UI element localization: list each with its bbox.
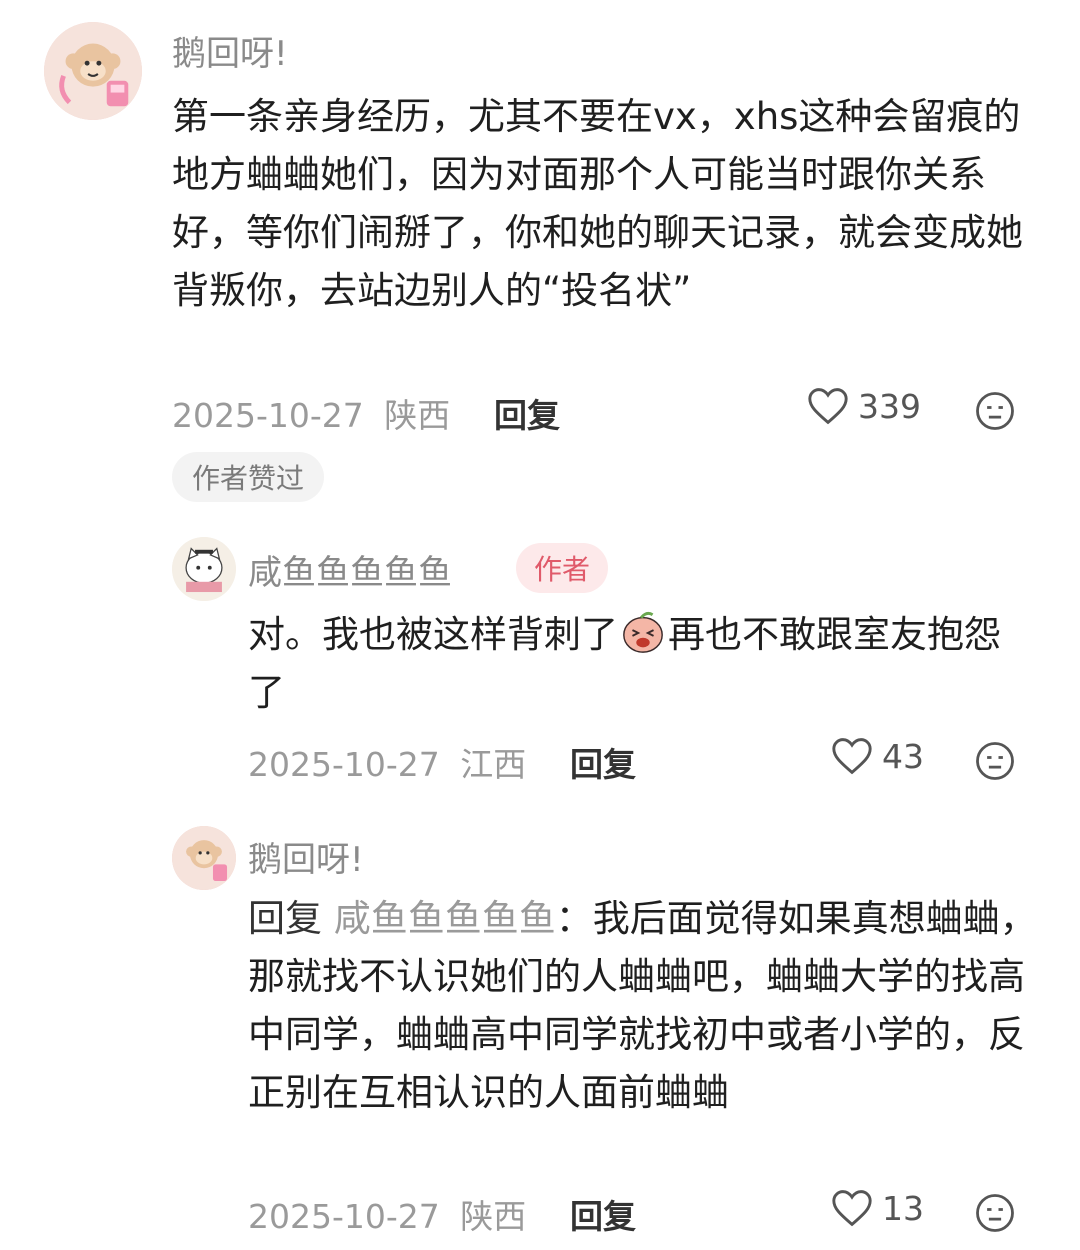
like-count: 43	[882, 736, 924, 776]
date: 2025-10-27	[248, 1197, 440, 1236]
reply-date: 2025-10-27 陕西	[248, 1190, 526, 1238]
date: 2025-10-27	[172, 396, 364, 435]
reply-date: 2025-10-27 江西	[248, 738, 526, 786]
avatar[interactable]	[44, 22, 142, 120]
reply-button[interactable]: 回复	[570, 738, 636, 786]
reply-text: 回复 咸鱼鱼鱼鱼鱼：我后面觉得如果真想蛐蛐，那就找不认识她们的人蛐蛐吧，蛐蛐大学…	[248, 890, 1038, 1122]
reply-username[interactable]: 鹅回呀!	[248, 832, 364, 881]
heart-outline-icon	[808, 388, 848, 425]
reply-prefix: 回复	[248, 897, 322, 940]
emoji-face-icon[interactable]	[974, 390, 1016, 432]
heart-outline-icon	[832, 738, 872, 775]
reply-button[interactable]: 回复	[494, 389, 560, 437]
comment-username[interactable]: 鹅回呀!	[172, 26, 288, 75]
reply-target-username[interactable]: 咸鱼鱼鱼鱼鱼	[334, 897, 556, 940]
location: 陕西	[460, 1197, 527, 1236]
location: 陕西	[384, 396, 451, 435]
emoji-face-icon[interactable]	[974, 740, 1016, 782]
like-button[interactable]: 339	[806, 386, 921, 426]
heart-outline-icon	[832, 1190, 872, 1227]
monkey-avatar-icon	[44, 22, 142, 120]
reply-button[interactable]: 回复	[570, 1190, 636, 1238]
date: 2025-10-27	[248, 745, 440, 784]
like-count: 339	[858, 386, 921, 426]
author-liked-badge: 作者赞过	[172, 452, 325, 502]
reply-text: 对。我也被这样背刺了 再也不敢跟室友抱怨了	[248, 606, 1028, 722]
emoji-face-icon[interactable]	[974, 1192, 1016, 1234]
monkey-avatar-icon	[172, 826, 236, 890]
comment-date: 2025-10-27 陕西	[172, 389, 450, 437]
crying-peach-emoji-icon	[623, 611, 663, 653]
avatar[interactable]	[172, 826, 236, 890]
like-button[interactable]: 13	[830, 1188, 924, 1228]
cat-avatar-icon	[172, 537, 236, 601]
comment-text: 第一条亲身经历，尤其不要在vx，xhs这种会留痕的地方蛐蛐她们，因为对面那个人可…	[172, 95, 1023, 312]
author-badge: 作者	[516, 543, 609, 593]
reply-text-part1: 对。我也被这样背刺了	[248, 613, 618, 656]
like-count: 13	[882, 1188, 924, 1228]
reply-username[interactable]: 咸鱼鱼鱼鱼鱼	[248, 545, 452, 594]
location: 江西	[460, 745, 527, 784]
avatar[interactable]	[172, 537, 236, 601]
like-button[interactable]: 43	[830, 736, 924, 776]
